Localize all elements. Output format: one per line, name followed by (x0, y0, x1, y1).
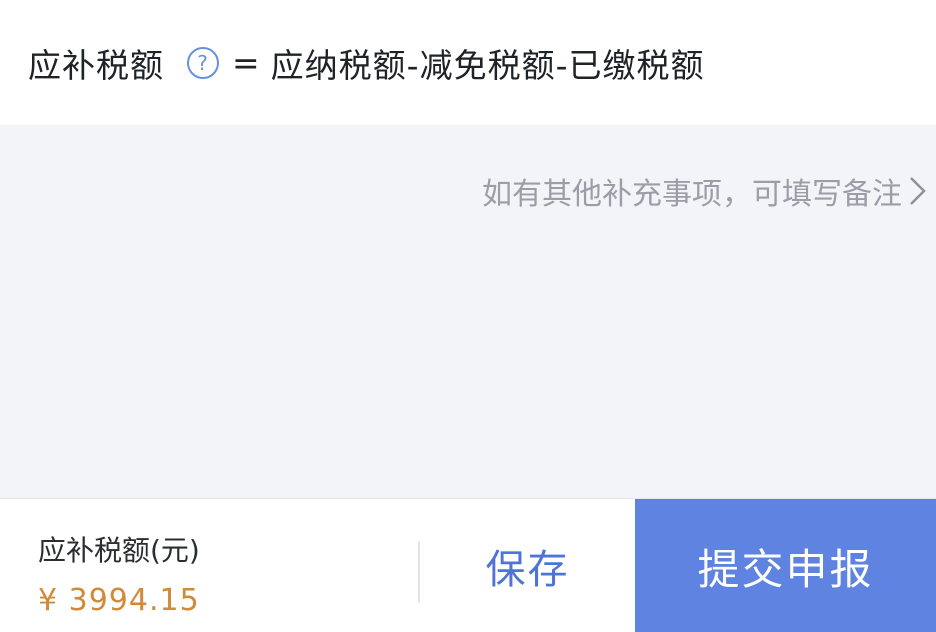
amount-value: ¥ 3994.15 (38, 583, 200, 618)
chevron-right-icon (910, 177, 926, 205)
save-button[interactable]: 保存 (420, 499, 635, 632)
formula-expression: 应纳税额-减免税额-已缴税额 (270, 45, 705, 85)
formula-row: 应补税额 ? = 应纳税额-减免税额-已缴税额 (0, 0, 936, 125)
note-area: 如有其他补充事项，可填写备注 (0, 125, 936, 498)
amount-summary: 应补税额(元) ¥ 3994.15 (38, 529, 200, 618)
bottom-action-bar: 应补税额(元) ¥ 3994.15 保存 提交申报 (0, 498, 936, 632)
add-note-label: 如有其他补充事项，可填写备注 (482, 177, 902, 212)
formula-equals: = (232, 43, 261, 82)
tax-declaration-screen: 应补税额 ? = 应纳税额-减免税额-已缴税额 如有其他补充事项，可填写备注 应… (0, 0, 936, 632)
svg-text:?: ? (197, 51, 209, 75)
formula-term: 应补税额 (28, 45, 164, 85)
add-note-link[interactable]: 如有其他补充事项，可填写备注 (482, 169, 928, 213)
amount-label: 应补税额(元) (38, 534, 200, 567)
submit-declaration-button[interactable]: 提交申报 (635, 499, 936, 632)
question-circle-icon[interactable]: ? (186, 46, 220, 80)
